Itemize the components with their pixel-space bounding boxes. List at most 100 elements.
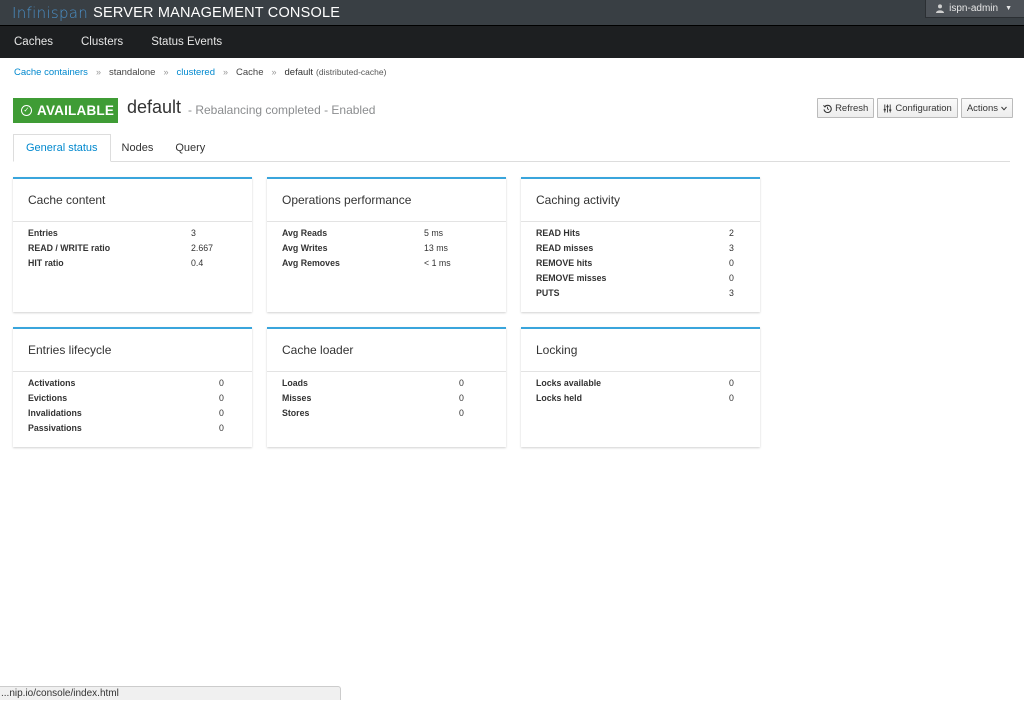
breadcrumb-current: default bbox=[285, 67, 314, 78]
card-title: Caching activity bbox=[521, 179, 760, 222]
configuration-button[interactable]: Configuration bbox=[877, 98, 958, 118]
browser-status-url: ...nip.io/console/index.html bbox=[0, 686, 341, 700]
stat-label: HIT ratio bbox=[28, 258, 191, 268]
breadcrumb: Cache containers » standalone » clustere… bbox=[14, 66, 1024, 78]
card-cache-loader: Cache loader Loads0 Misses0 Stores0 bbox=[267, 327, 506, 447]
refresh-label: Refresh bbox=[835, 103, 868, 114]
stat-row: Locks available0 bbox=[536, 375, 760, 390]
infinispan-logo: Infinispan bbox=[12, 4, 88, 22]
stat-row: Avg Writes13 ms bbox=[282, 240, 506, 255]
stat-value: < 1 ms bbox=[424, 258, 451, 268]
brand-title: SERVER MANAGEMENT CONSOLE bbox=[93, 5, 340, 21]
page-header: ✓ AVAILABLE default - Rebalancing comple… bbox=[0, 94, 1024, 134]
stat-row: Evictions0 bbox=[28, 390, 252, 405]
stat-label: REMOVE misses bbox=[536, 273, 729, 283]
stat-label: Passivations bbox=[28, 423, 219, 433]
status-badge-label: AVAILABLE bbox=[37, 103, 114, 118]
stat-label: Entries bbox=[28, 228, 191, 238]
breadcrumb-separator: » bbox=[223, 67, 228, 77]
status-badge: ✓ AVAILABLE bbox=[13, 98, 118, 123]
stat-label: READ / WRITE ratio bbox=[28, 243, 191, 253]
user-icon bbox=[936, 4, 944, 13]
card-entries-lifecycle: Entries lifecycle Activations0 Evictions… bbox=[13, 327, 252, 447]
main-nav: Caches Clusters Status Events bbox=[0, 25, 1024, 58]
stat-label: READ Hits bbox=[536, 228, 729, 238]
stat-value: 0.4 bbox=[191, 258, 203, 268]
stat-label: Locks available bbox=[536, 378, 729, 388]
nav-clusters[interactable]: Clusters bbox=[67, 26, 137, 59]
tab-general-status[interactable]: General status bbox=[13, 134, 111, 162]
nav-caches[interactable]: Caches bbox=[0, 26, 67, 59]
stat-value: 0 bbox=[459, 393, 464, 403]
stat-value: 0 bbox=[729, 378, 734, 388]
stat-label: Avg Writes bbox=[282, 243, 424, 253]
stat-value: 0 bbox=[219, 393, 224, 403]
stat-label: READ misses bbox=[536, 243, 729, 253]
breadcrumb-clustered[interactable]: clustered bbox=[176, 67, 215, 78]
stat-row: Passivations0 bbox=[28, 420, 252, 435]
actions-label: Actions bbox=[967, 103, 998, 114]
stat-value: 0 bbox=[219, 378, 224, 388]
stat-value: 0 bbox=[459, 408, 464, 418]
stat-value: 3 bbox=[729, 243, 734, 253]
stat-value: 13 ms bbox=[424, 243, 448, 253]
stat-label: Locks held bbox=[536, 393, 729, 403]
stat-row: Avg Removes< 1 ms bbox=[282, 255, 506, 270]
stat-label: Stores bbox=[282, 408, 459, 418]
cache-tabs: General status Nodes Query bbox=[13, 134, 1010, 162]
check-circle-icon: ✓ bbox=[21, 105, 32, 116]
breadcrumb-separator: » bbox=[272, 67, 277, 77]
user-name: ispn-admin bbox=[949, 3, 998, 14]
stat-label: Avg Reads bbox=[282, 228, 424, 238]
stat-row: HIT ratio0.4 bbox=[28, 255, 252, 270]
stat-value: 2 bbox=[729, 228, 734, 238]
stat-row: Loads0 bbox=[282, 375, 506, 390]
breadcrumb-separator: » bbox=[96, 67, 101, 77]
actions-dropdown[interactable]: Actions bbox=[961, 98, 1013, 118]
card-locking: Locking Locks available0 Locks held0 bbox=[521, 327, 760, 447]
stat-value: 0 bbox=[219, 423, 224, 433]
stat-value: 0 bbox=[459, 378, 464, 388]
stat-label: Loads bbox=[282, 378, 459, 388]
caret-down-icon: ▼ bbox=[1005, 5, 1012, 12]
stat-row: REMOVE misses0 bbox=[536, 270, 760, 285]
tab-nodes[interactable]: Nodes bbox=[111, 134, 165, 162]
card-title: Cache content bbox=[13, 179, 252, 222]
caret-down-icon bbox=[1001, 106, 1007, 111]
cache-status-text: - Rebalancing completed - Enabled bbox=[188, 103, 375, 117]
configuration-label: Configuration bbox=[895, 103, 952, 114]
user-menu[interactable]: ispn-admin ▼ bbox=[925, 0, 1024, 18]
stat-row: Stores0 bbox=[282, 405, 506, 420]
stat-row: READ misses3 bbox=[536, 240, 760, 255]
breadcrumb-cache: Cache bbox=[236, 67, 263, 78]
stat-row: READ / WRITE ratio2.667 bbox=[28, 240, 252, 255]
nav-status-events[interactable]: Status Events bbox=[137, 26, 236, 59]
masthead: Infinispan SERVER MANAGEMENT CONSOLE isp… bbox=[0, 0, 1024, 25]
stat-label: Evictions bbox=[28, 393, 219, 403]
history-icon bbox=[823, 104, 832, 113]
stat-value: 3 bbox=[191, 228, 196, 238]
header-actions: Refresh Configuration Actions bbox=[817, 98, 1013, 118]
tab-query[interactable]: Query bbox=[164, 134, 216, 162]
breadcrumb-separator: » bbox=[163, 67, 168, 77]
card-title: Cache loader bbox=[267, 329, 506, 372]
stat-row: Entries3 bbox=[28, 225, 252, 240]
status-cards: Cache content Entries3 READ / WRITE rati… bbox=[13, 177, 1024, 447]
card-caching-activity: Caching activity READ Hits2 READ misses3… bbox=[521, 177, 760, 312]
stat-value: 5 ms bbox=[424, 228, 443, 238]
brand[interactable]: Infinispan SERVER MANAGEMENT CONSOLE bbox=[12, 0, 340, 25]
card-cache-content: Cache content Entries3 READ / WRITE rati… bbox=[13, 177, 252, 312]
refresh-button[interactable]: Refresh bbox=[817, 98, 874, 118]
card-title: Entries lifecycle bbox=[13, 329, 252, 372]
stat-row: PUTS3 bbox=[536, 285, 760, 300]
stat-label: Avg Removes bbox=[282, 258, 424, 268]
stat-row: Invalidations0 bbox=[28, 405, 252, 420]
stat-value: 0 bbox=[729, 393, 734, 403]
card-title: Operations performance bbox=[267, 179, 506, 222]
breadcrumb-cache-containers[interactable]: Cache containers bbox=[14, 67, 88, 78]
stat-label: Invalidations bbox=[28, 408, 219, 418]
stat-value: 2.667 bbox=[191, 243, 213, 253]
stat-row: READ Hits2 bbox=[536, 225, 760, 240]
stat-value: 3 bbox=[729, 288, 734, 298]
stat-value: 0 bbox=[729, 258, 734, 268]
